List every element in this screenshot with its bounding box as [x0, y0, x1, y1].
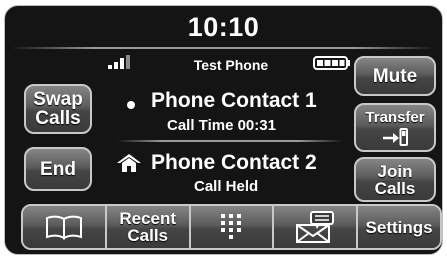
phone-screen: 10:10 Test Phone Swap Calls End Mute Tra… — [4, 5, 443, 255]
swap-calls-button[interactable]: Swap Calls — [24, 84, 92, 134]
signal-bars-icon — [108, 55, 130, 69]
transfer-to-phone-icon — [383, 127, 408, 146]
swap-calls-label-line2: Calls — [35, 108, 81, 129]
join-calls-button[interactable]: Join Calls — [354, 157, 436, 202]
join-calls-label-line1: Join — [377, 161, 413, 181]
transfer-label: Transfer — [365, 108, 425, 126]
phonebook-button[interactable] — [23, 206, 107, 248]
settings-button[interactable]: Settings — [358, 206, 440, 248]
recent-calls-label-line1: Recent — [119, 209, 177, 228]
messages-button[interactable] — [274, 206, 359, 248]
swap-calls-label-line1: Swap — [33, 89, 83, 110]
active-dot-icon — [127, 101, 135, 109]
call-1-name[interactable]: Phone Contact 1 — [151, 89, 317, 113]
house-icon — [117, 154, 141, 172]
keypad-button[interactable] — [190, 206, 275, 248]
recent-calls-label-line2: Calls — [127, 226, 169, 245]
mute-label: Mute — [372, 65, 418, 87]
end-call-label: End — [40, 158, 76, 180]
call-2-name[interactable]: Phone Contact 2 — [151, 151, 317, 175]
messages-icon — [296, 211, 335, 243]
header-divider — [9, 47, 438, 49]
recent-calls-button[interactable]: Recent Calls — [106, 206, 191, 248]
phonebook-icon — [45, 215, 82, 240]
call-2-status: Call Held — [194, 178, 259, 195]
join-calls-label-line2: Calls — [374, 178, 416, 198]
battery-icon — [313, 56, 350, 70]
end-call-button[interactable]: End — [24, 147, 92, 191]
bottom-nav-bar: Recent Calls Settings — [21, 204, 442, 250]
mute-button[interactable]: Mute — [354, 56, 436, 96]
call-1-status: Call Time 00:31 — [167, 117, 276, 134]
transfer-button[interactable]: Transfer — [354, 103, 436, 152]
settings-label: Settings — [365, 217, 433, 237]
device-name: Test Phone — [193, 57, 269, 73]
clock: 10:10 — [187, 12, 260, 42]
keypad-icon — [221, 214, 242, 239]
call-divider — [117, 140, 343, 142]
